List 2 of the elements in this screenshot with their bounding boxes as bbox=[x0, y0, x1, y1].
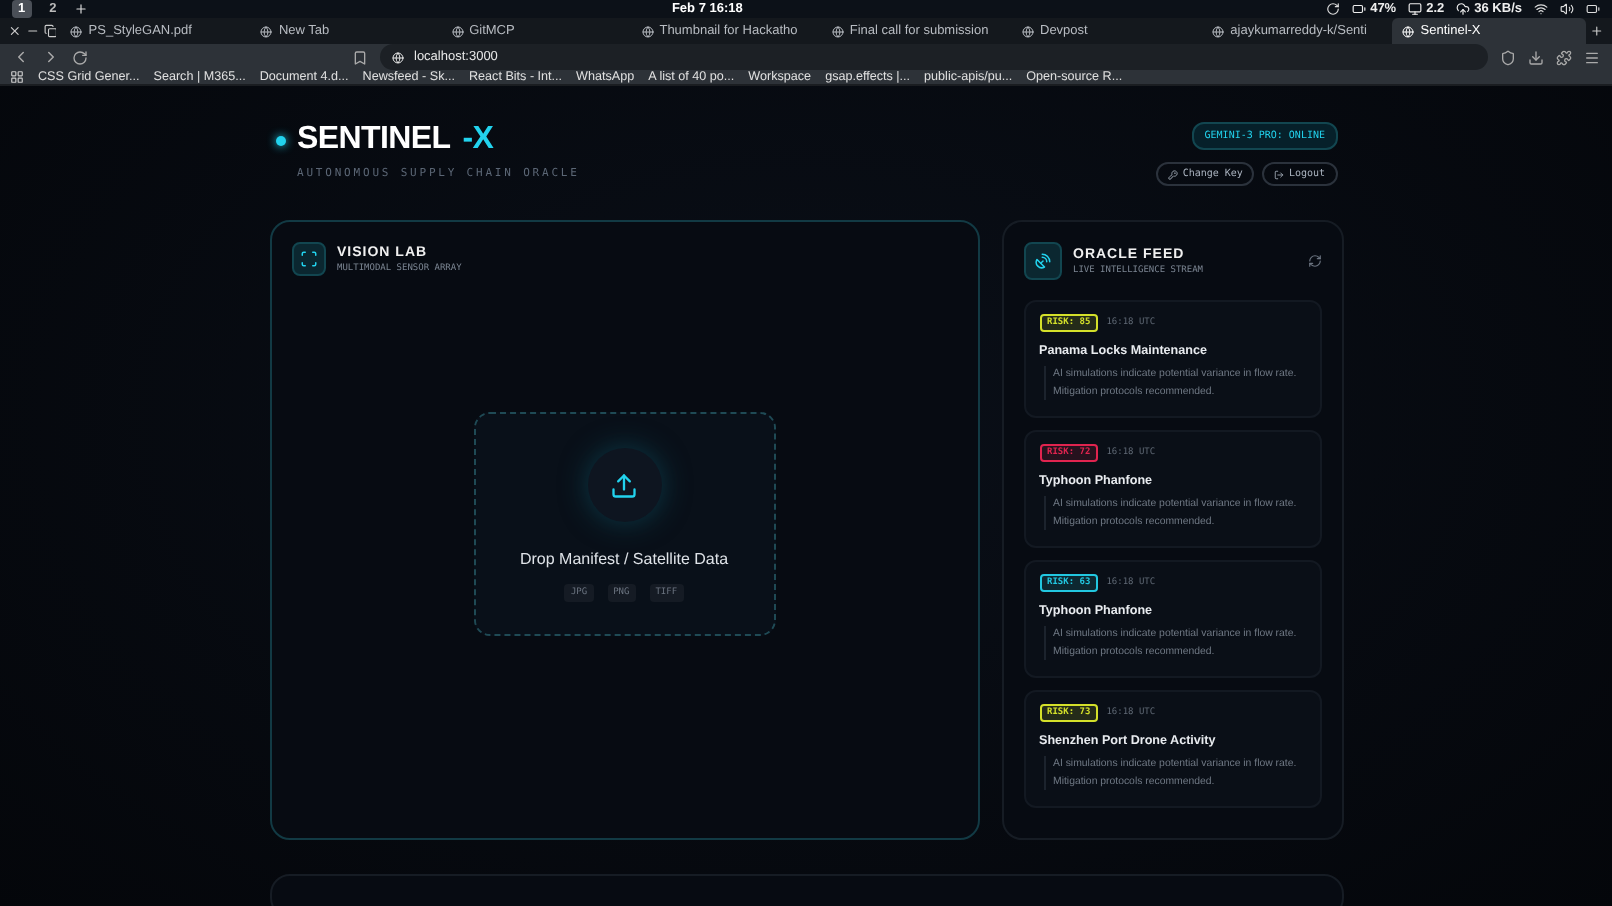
dropzone-label: Drop Manifest / Satellite Data bbox=[519, 550, 729, 568]
app-title: SENTINEL -X bbox=[297, 122, 494, 158]
